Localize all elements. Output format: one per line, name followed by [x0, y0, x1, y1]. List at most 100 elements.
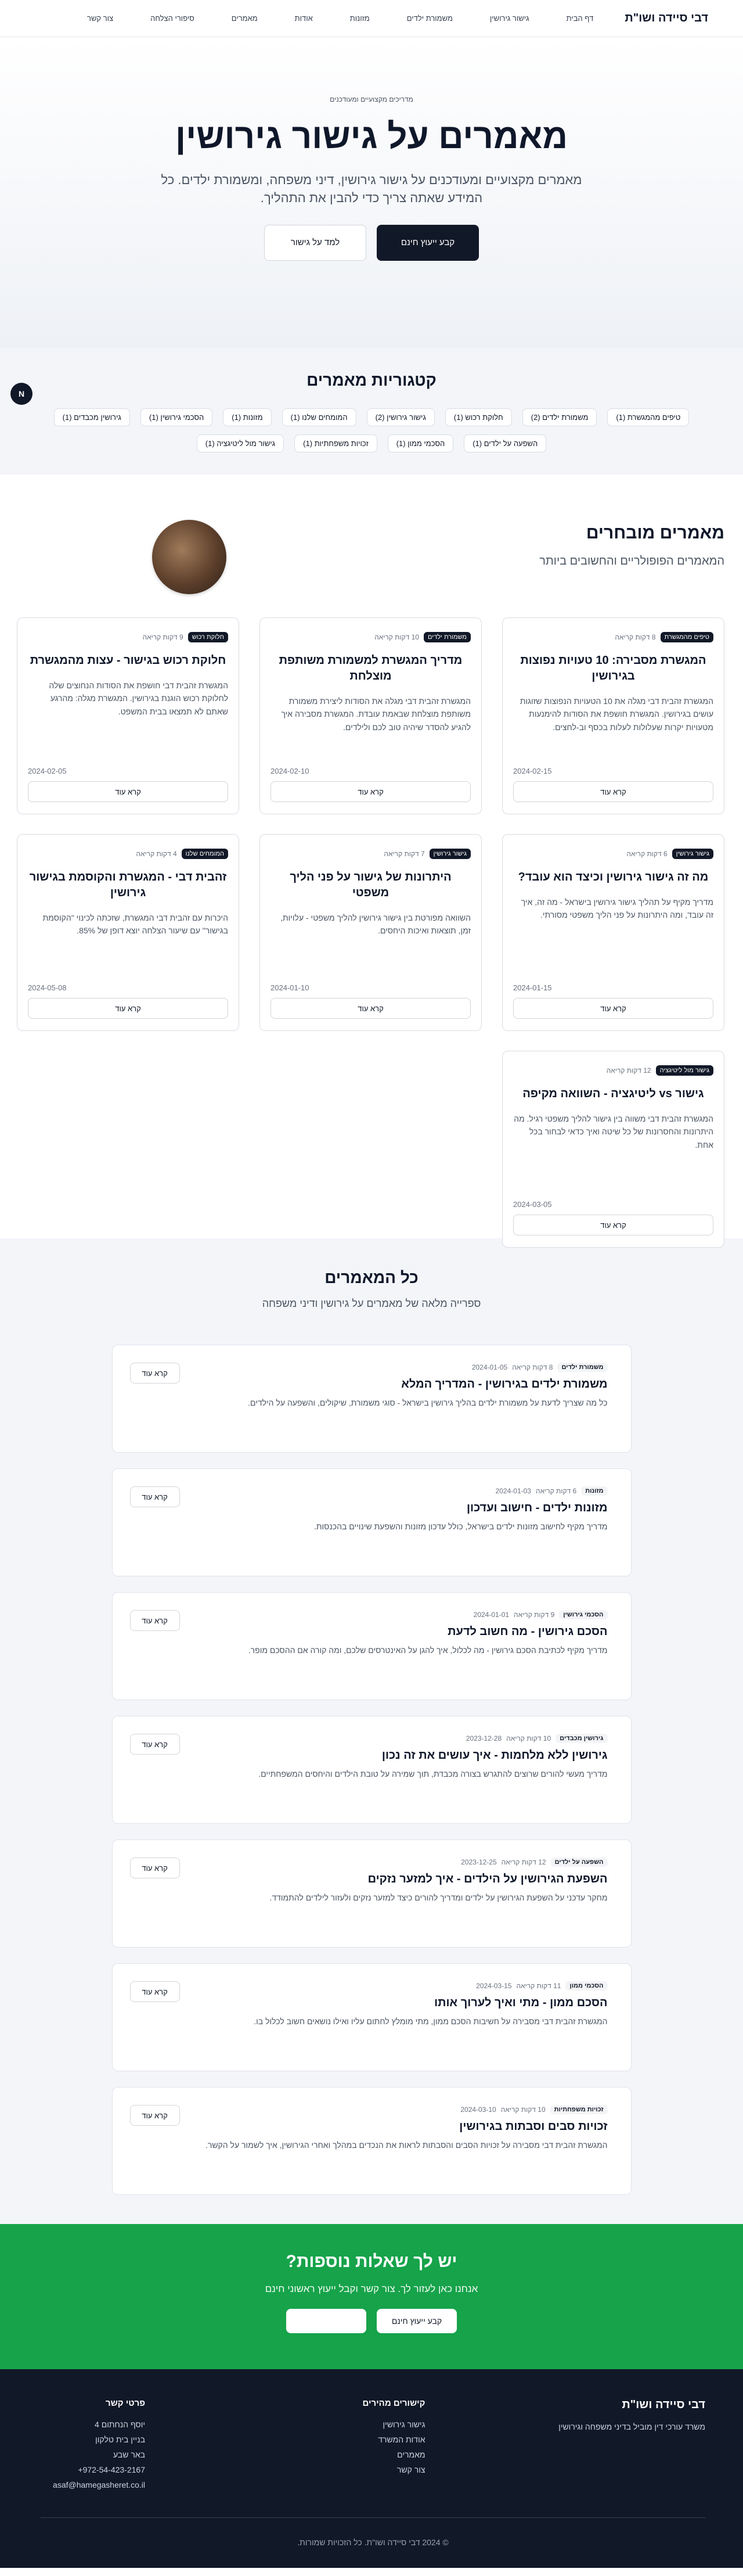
- card-date: 2024-01-10: [270, 983, 309, 992]
- article-title[interactable]: השפעת הגירושין על הילדים - איך למזער נזק…: [180, 1873, 608, 1886]
- article-tag: גירושין מכבדים: [556, 1734, 608, 1743]
- card-text: השוואה מפורטת בין גישור גירושין להליך מש…: [280, 913, 471, 936]
- category-chip[interactable]: זכויות משפחתיות (1): [294, 434, 377, 452]
- read-more-button[interactable]: קרא עוד: [129, 1363, 180, 1384]
- site-logo[interactable]: דבי סיידה ושו"ת: [625, 12, 708, 25]
- article-title[interactable]: זכויות סבים וסבתות בגירושין: [180, 2120, 607, 2133]
- category-chip[interactable]: טיפים מהמגשרת (1): [607, 408, 690, 426]
- card-read-time: 10 דקות קריאה: [374, 633, 420, 641]
- card-date: 2024-01-15: [513, 983, 552, 992]
- learn-mediation-button[interactable]: למד על גישור: [264, 224, 366, 261]
- card-title[interactable]: חלוקת רכוש בגישור - עצות מהמגשרת: [28, 653, 228, 669]
- card-text: המגשרת זהבית דבי חושפת את הסודות הנחוצים…: [49, 681, 228, 716]
- read-more-button[interactable]: קרא עוד: [513, 781, 713, 802]
- card-text: המגשרת זהבית דבי מגלה את 10 הטעויות הנפו…: [520, 696, 713, 732]
- cta-secondary-button[interactable]: [286, 2309, 366, 2333]
- footer-link[interactable]: מאמרים: [251, 2450, 425, 2459]
- card-title[interactable]: גישור vs ליטיגציה - השוואה מקיפה: [513, 1086, 713, 1102]
- card-title[interactable]: היתרונות של גישור על פני הליך משפטי: [270, 870, 471, 901]
- n-badge-icon[interactable]: N: [10, 383, 33, 405]
- read-more-button[interactable]: קרא עוד: [270, 998, 471, 1019]
- footer-address-city: באר שבע: [113, 2450, 145, 2459]
- card-title[interactable]: מה זה גישור גירושין וכיצד הוא עובד?: [513, 870, 713, 885]
- nav-link-articles[interactable]: מאמרים: [232, 14, 258, 23]
- article-title[interactable]: הסכם גירושין - מה חשוב לדעת: [180, 1625, 607, 1639]
- read-more-button[interactable]: קרא עוד: [129, 1734, 180, 1755]
- card-read-time: 9 דקות קריאה: [142, 633, 183, 641]
- article-date: 2024-01-03: [495, 1487, 531, 1495]
- category-chip[interactable]: הסכמי גירושין (1): [140, 408, 213, 426]
- nav-link-success-stories[interactable]: סיפורי הצלחה: [150, 14, 194, 23]
- card-text: היכרות עם זהבית דבי המגשרת, שזכתה לכינוי…: [42, 913, 228, 936]
- nav-link-custody[interactable]: משמורת ילדים: [407, 14, 453, 23]
- article-row: משמורת ילדים 8 דקות קריאה 2024-01-05 משמ…: [111, 1345, 632, 1453]
- category-chip[interactable]: הסכמי ממון (1): [387, 434, 454, 452]
- article-row-main: משמורת ילדים 8 דקות קריאה 2024-01-05 משמ…: [180, 1363, 608, 1452]
- cta-title: יש לך שאלות נוספות?: [286, 2252, 457, 2271]
- article-title[interactable]: משמורת ילדים בגירושין - המדריך המלא: [180, 1378, 607, 1391]
- category-chip[interactable]: השפעה על ילדים (1): [464, 434, 547, 452]
- footer-email[interactable]: asaf@hamegasheret.co.il: [41, 2480, 145, 2489]
- card-tag: גישור מול ליטיגציה: [655, 1065, 713, 1076]
- card-text: המגשרת זהבית דבי מגלה את הסודות ליצירת מ…: [281, 696, 471, 732]
- nav-link-about[interactable]: אודות: [295, 14, 313, 23]
- category-chip[interactable]: גישור מול ליטיגציה (1): [196, 434, 284, 452]
- footer-link[interactable]: צור קשר: [251, 2465, 425, 2474]
- category-chip[interactable]: מזונות (1): [223, 408, 272, 426]
- read-more-button[interactable]: קרא עוד: [28, 781, 228, 802]
- card-title[interactable]: מדריך המגשרת למשמורת משותפת מוצלחת: [270, 653, 471, 684]
- category-chip[interactable]: המומחים שלנו (1): [282, 408, 356, 426]
- article-row-main: הסכמי גירושין 9 דקות קריאה 2024-01-01 הס…: [180, 1610, 608, 1700]
- card-meta: גישור גירושין 6 דקות קריאה: [513, 849, 713, 859]
- article-date: 2024-01-01: [473, 1611, 510, 1619]
- card-read-time: 8 דקות קריאה: [615, 633, 656, 641]
- card-tag: גישור גירושין: [672, 849, 713, 859]
- card-date: 2024-02-15: [513, 767, 552, 775]
- categories-title: קטגוריות מאמרים: [306, 371, 437, 389]
- category-chip[interactable]: משמורת ילדים (2): [522, 408, 597, 426]
- card-read-time: 7 דקות קריאה: [384, 850, 425, 858]
- footer-link[interactable]: אודות המשרד: [251, 2435, 425, 2444]
- category-chip[interactable]: גישור גירושין (2): [366, 408, 435, 426]
- article-title[interactable]: מזונות ילדים - חישוב ועדכון: [180, 1501, 607, 1515]
- read-more-button[interactable]: קרא עוד: [129, 1858, 180, 1878]
- category-chip[interactable]: חלוקת רכוש (1): [445, 408, 512, 426]
- article-date: 2023-12-25: [461, 1858, 497, 1866]
- article-row: הסכמי גירושין 9 דקות קריאה 2024-01-01 הס…: [111, 1592, 632, 1700]
- category-chip[interactable]: גירושין מכבדים (1): [53, 408, 130, 426]
- card-title[interactable]: זהבית דבי - המגשרת והקוסמת בגישור גירושי…: [28, 870, 228, 901]
- article-row-main: מזונות 6 דקות קריאה 2024-01-03 מזונות יל…: [180, 1486, 608, 1576]
- nav-link-divorce-mediation[interactable]: גישור גירושין: [490, 14, 529, 23]
- hero-subtitle: מאמרים מקצועיים ומעודכנים על גישור גירוש…: [161, 173, 582, 205]
- cta-free-consult-button[interactable]: קבע ייעוץ חינם: [377, 2309, 457, 2333]
- footer-link[interactable]: גישור גירושין: [251, 2420, 425, 2429]
- read-more-button[interactable]: קרא עוד: [513, 998, 713, 1019]
- featured-section: מאמרים מובחרים המאמרים הפופולריים והחשוב…: [0, 475, 743, 1248]
- article-title[interactable]: הסכם ממון - מתי ואיך לערוך אותו: [180, 1996, 607, 2010]
- read-more-button[interactable]: קרא עוד: [270, 781, 471, 802]
- nav-link-contact[interactable]: צור קשר: [87, 14, 113, 23]
- featured-card: משמורת ילדים 10 דקות קריאה מדריך המגשרת …: [259, 617, 482, 814]
- card-tag: טיפים מהמגשרת: [660, 632, 713, 642]
- featured-title: מאמרים מובחרים: [586, 523, 724, 542]
- footer-brand-desc: משרד עורכי דין מוביל בדיני משפחה וגירושי…: [558, 2422, 705, 2431]
- article-row: מזונות 6 דקות קריאה 2024-01-03 מזונות יל…: [111, 1468, 632, 1576]
- article-title[interactable]: גירושין ללא מלחמות - איך עושים את זה נכו…: [180, 1749, 608, 1762]
- read-more-button[interactable]: קרא עוד: [129, 2105, 180, 2126]
- read-more-button[interactable]: קרא עוד: [28, 998, 228, 1019]
- footer-phone[interactable]: +972-54-423-2167: [41, 2465, 145, 2474]
- footer-contact-title: פרטי קשר: [106, 2398, 145, 2408]
- nav-link-alimony[interactable]: מזונות: [350, 14, 370, 23]
- article-date: 2024-03-10: [460, 2106, 496, 2114]
- article-text: מדריך מקיף לחישוב מזונות ילדים בישראל, כ…: [313, 1522, 608, 1531]
- all-articles-section: כל המאמרים ספרייה מלאה של מאמרים על גירו…: [0, 1238, 743, 2224]
- footer-brand: דבי סיידה ושו"ת: [622, 2398, 705, 2411]
- read-more-button[interactable]: קרא עוד: [129, 1486, 180, 1507]
- read-more-button[interactable]: קרא עוד: [129, 1610, 180, 1631]
- article-read-time: 10 דקות קריאה: [506, 1734, 551, 1743]
- free-consult-button[interactable]: קבע ייעוץ חינם: [377, 224, 479, 261]
- read-more-button[interactable]: קרא עוד: [513, 1215, 713, 1235]
- read-more-button[interactable]: קרא עוד: [129, 1981, 180, 2002]
- card-title[interactable]: המגשרת מסבירה: 10 טעויות נפוצות בגירושין: [513, 653, 713, 684]
- nav-link-home[interactable]: דף הבית: [567, 14, 594, 23]
